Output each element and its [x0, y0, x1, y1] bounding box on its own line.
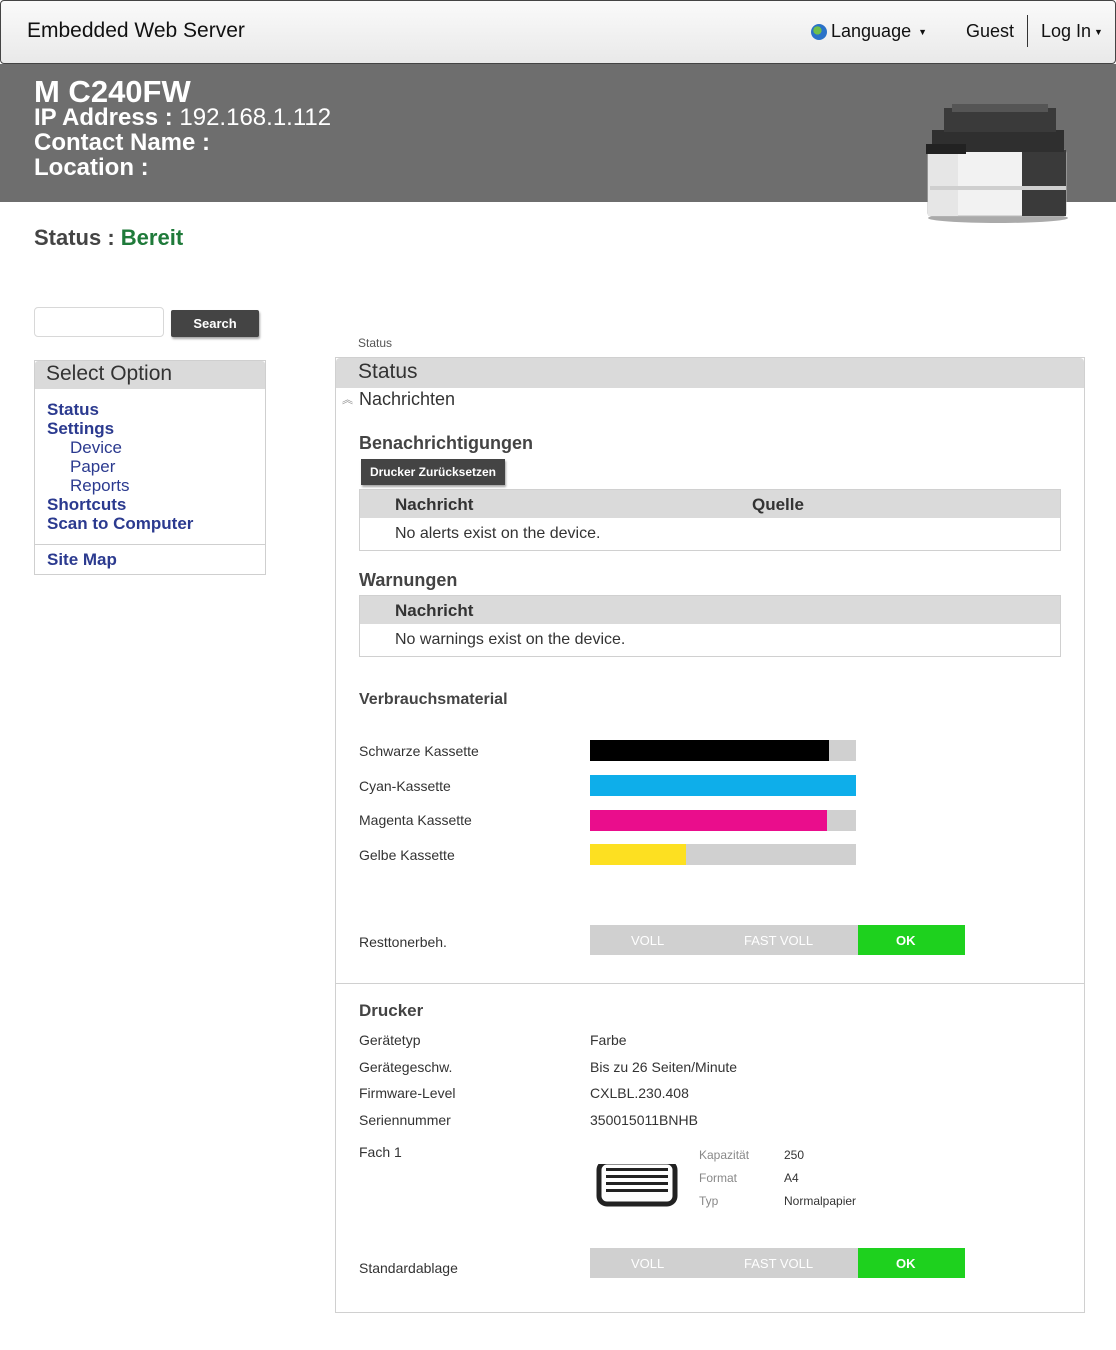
waste-toner-gauge: VOLL FAST VOLL OK — [590, 925, 965, 955]
supply-bar-yellow — [590, 844, 856, 865]
login-menu[interactable]: Log In ▼ — [1041, 21, 1103, 42]
table-row: No warnings exist on the device. — [360, 624, 1060, 656]
device-status: Status : Bereit — [34, 225, 183, 251]
supply-label-cyan: Cyan-Kassette — [359, 778, 451, 794]
supply-fill-yellow — [590, 844, 686, 865]
gauge-nearly-full-label: FAST VOLL — [744, 933, 814, 948]
gauge-ok-label: OK — [896, 1256, 916, 1271]
info-value-firmware: CXLBL.230.408 — [590, 1085, 689, 1101]
supply-label-black: Schwarze Kassette — [359, 743, 479, 759]
status-label: Status : — [34, 225, 121, 250]
info-label-serial: Seriennummer — [359, 1112, 451, 1128]
sidebar-item-device[interactable]: Device — [70, 438, 122, 458]
login-label: Log In — [1041, 21, 1092, 41]
top-navbar: Embedded Web Server Language ▼ Guest Log… — [0, 0, 1116, 64]
guest-label: Guest — [966, 21, 1015, 41]
warnings-title: Warnungen — [359, 570, 458, 590]
info-value-device-type: Farbe — [590, 1032, 627, 1048]
gauge-ok-segment: OK — [858, 1248, 965, 1278]
gauge-nearly-full-label: FAST VOLL — [744, 1256, 814, 1271]
tray-capacity-key: Kapazität — [699, 1148, 750, 1162]
column-header-source: Quelle — [752, 495, 804, 514]
search-button[interactable]: Search — [171, 310, 259, 337]
status-panel: Status ︽ Nachrichten Benachrichtigungen … — [335, 357, 1085, 1313]
table-header: Nachricht Quelle — [360, 490, 1060, 518]
reset-printer-button[interactable]: Drucker Zurücksetzen — [361, 459, 505, 485]
notifications-table: Nachricht Quelle No alerts exist on the … — [359, 489, 1061, 551]
supply-bar-magenta — [590, 810, 856, 831]
table-header: Nachricht — [360, 596, 1060, 624]
supply-label-magenta: Magenta Kassette — [359, 812, 472, 828]
status-value: Bereit — [120, 225, 184, 250]
tray-type-value: Normalpapier — [784, 1194, 857, 1208]
supply-bar-cyan — [590, 775, 856, 796]
ip-label: IP Address : — [34, 104, 180, 131]
column-header-message: Nachricht — [395, 495, 474, 514]
section-divider — [336, 983, 1084, 984]
caret-down-icon: ▼ — [918, 26, 928, 37]
gauge-ok-label: OK — [896, 933, 916, 948]
brand-title[interactable]: Embedded Web Server — [27, 19, 245, 43]
sidebar-item-settings[interactable]: Settings — [47, 419, 114, 439]
search-input[interactable] — [34, 307, 164, 337]
panel-title: Status — [336, 358, 1084, 388]
sidebar: Select Option Status Settings Device Pap… — [34, 360, 266, 575]
waste-toner-label: Resttonerbeh. — [359, 934, 447, 950]
empty-alerts-text: No alerts exist on the device. — [395, 525, 601, 542]
gauge-full-label: VOLL — [631, 933, 665, 948]
supply-bar-black — [590, 740, 856, 761]
supply-label-yellow: Gelbe Kassette — [359, 847, 455, 863]
language-label: Language — [831, 21, 912, 41]
gauge-ok-segment: OK — [858, 925, 965, 955]
info-label-device-type: Gerätetyp — [359, 1032, 421, 1048]
language-menu[interactable]: Language ▼ — [811, 21, 927, 42]
supply-fill-black — [590, 740, 830, 761]
notifications-title: Benachrichtigungen — [359, 433, 534, 453]
sidebar-divider — [35, 544, 265, 545]
messages-toggle-label: Nachrichten — [359, 389, 456, 409]
ip-value: 192.168.1.112 — [179, 104, 332, 131]
caret-down-icon: ▼ — [1094, 26, 1103, 37]
supply-fill-cyan — [590, 775, 856, 796]
info-value-speed: Bis zu 26 Seiten/Minute — [590, 1059, 738, 1075]
sidebar-item-scan-to-computer[interactable]: Scan to Computer — [47, 514, 193, 534]
info-label-firmware: Firmware-Level — [359, 1085, 456, 1101]
messages-toggle[interactable]: ︽ Nachrichten — [342, 389, 455, 410]
sidebar-item-status[interactable]: Status — [47, 400, 99, 420]
tray-format-value: A4 — [784, 1171, 799, 1185]
gauge-full-label: VOLL — [631, 1256, 665, 1271]
tray-format-key: Format — [699, 1171, 738, 1185]
sidebar-item-paper[interactable]: Paper — [70, 457, 115, 477]
breadcrumb: Status — [358, 336, 393, 350]
column-header-message: Nachricht — [395, 601, 474, 620]
info-label-speed: Gerätegeschw. — [359, 1059, 453, 1075]
supplies-title: Verbrauchsmaterial — [359, 691, 508, 708]
output-bin-gauge: VOLL FAST VOLL OK — [590, 1248, 965, 1278]
info-value-serial: 350015011BNHB — [590, 1112, 698, 1128]
location-label: Location : — [34, 154, 149, 181]
warnings-table: Nachricht No warnings exist on the devic… — [359, 595, 1061, 657]
tray-label: Fach 1 — [359, 1144, 402, 1160]
globe-icon — [811, 23, 827, 40]
collapse-icon: ︽ — [342, 393, 353, 406]
paper-tray-icon — [596, 1156, 678, 1207]
empty-warnings-text: No warnings exist on the device. — [395, 631, 626, 648]
table-row: No alerts exist on the device. — [360, 518, 1060, 550]
sidebar-item-shortcuts[interactable]: Shortcuts — [47, 495, 126, 515]
printer-image — [926, 104, 1068, 223]
sidebar-item-site-map[interactable]: Site Map — [47, 550, 117, 570]
device-header: M C240FW IP Address : 192.168.1.112 Cont… — [0, 64, 1116, 223]
tray-type-key: Typ — [699, 1194, 719, 1208]
ip-address-line: IP Address : 192.168.1.112 — [34, 104, 331, 132]
tray-capacity-value: 250 — [784, 1148, 805, 1162]
nav-separator — [1027, 15, 1028, 47]
sidebar-title: Select Option — [35, 361, 265, 389]
printer-title: Drucker — [359, 1001, 424, 1020]
supply-fill-magenta — [590, 810, 827, 831]
output-bin-label: Standardablage — [359, 1260, 458, 1276]
contact-name-label: Contact Name : — [34, 129, 211, 156]
sidebar-item-reports[interactable]: Reports — [70, 476, 130, 496]
